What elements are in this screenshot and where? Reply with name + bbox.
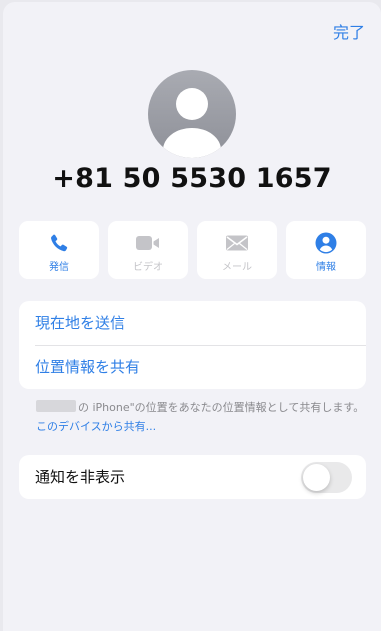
hide-alerts-row: 通知を非表示 <box>19 455 366 499</box>
phone-icon <box>19 232 99 254</box>
share-location-button[interactable]: 位置情報を共有 <box>19 345 366 389</box>
toggle-knob <box>303 464 330 491</box>
call-button[interactable]: 発信 <box>19 221 99 279</box>
call-label: 発信 <box>49 262 69 273</box>
redacted-name <box>36 400 76 412</box>
hide-alerts-label: 通知を非表示 <box>35 468 126 486</box>
done-button[interactable]: 完了 <box>333 19 365 43</box>
info-button[interactable]: 情報 <box>286 221 366 279</box>
send-location-button[interactable]: 現在地を送信 <box>19 301 366 345</box>
mail-button[interactable]: メール <box>197 221 277 279</box>
video-label: ビデオ <box>133 262 163 273</box>
video-button[interactable]: ビデオ <box>108 221 188 279</box>
mail-icon <box>197 232 277 254</box>
location-card: 現在地を送信 位置情報を共有 <box>19 301 366 389</box>
video-icon <box>108 232 188 254</box>
footnote-text: の iPhone"の位置をあなたの位置情報として共有します。 <box>78 401 365 414</box>
phone-number-title: +81 50 5530 1657 <box>52 163 332 194</box>
hide-alerts-toggle[interactable] <box>301 462 352 493</box>
location-footnote: の iPhone"の位置をあなたの位置情報として共有します。 このデバイスから共… <box>36 398 371 436</box>
avatar <box>148 70 236 158</box>
contact-actions: 発信 ビデオ メール 情報 <box>19 221 366 279</box>
person-info-icon <box>286 232 366 254</box>
contact-details-sheet: 完了 +81 50 5530 1657 発信 ビデオ メール 情報 現在地を送信… <box>3 2 381 631</box>
mail-label: メール <box>222 262 252 273</box>
share-from-device-link[interactable]: このデバイスから共有... <box>36 420 156 433</box>
info-label: 情報 <box>316 262 336 273</box>
